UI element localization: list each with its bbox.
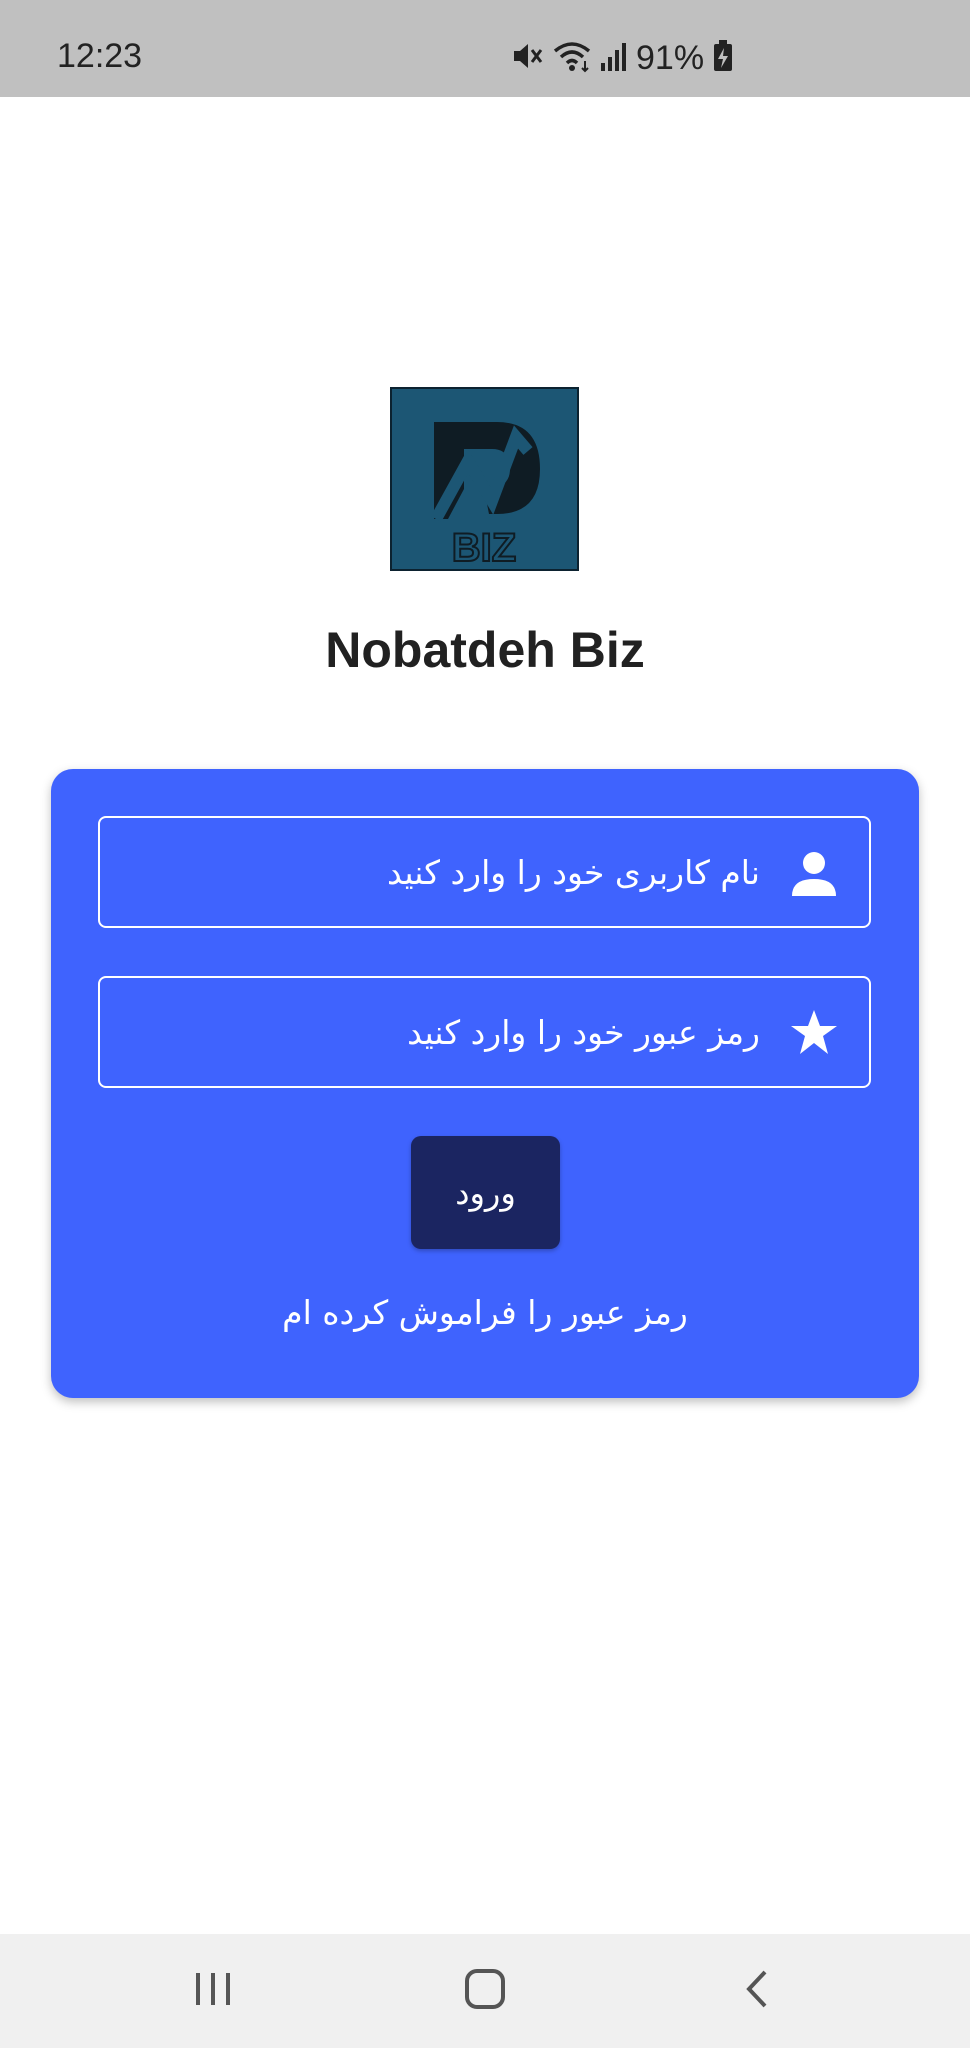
navigation-bar bbox=[0, 1934, 970, 2048]
login-screen: 12:23 91% BIZ Nobatdeh Biz نام کاربری خو… bbox=[0, 0, 970, 2048]
status-bar: 12:23 91% bbox=[0, 0, 970, 97]
person-icon bbox=[789, 848, 839, 898]
back-icon bbox=[741, 1968, 771, 2014]
logo-biz-text: BIZ bbox=[452, 526, 516, 569]
app-logo: BIZ bbox=[390, 387, 579, 571]
status-icons: 91% bbox=[510, 36, 734, 80]
star-icon bbox=[789, 1008, 839, 1058]
login-card: ورود رمز عبور را فراموش کرده ام bbox=[51, 769, 919, 1398]
battery-percent: 91% bbox=[636, 39, 705, 77]
forgot-password-link[interactable]: رمز عبور را فراموش کرده ام bbox=[51, 1291, 919, 1335]
wifi-icon bbox=[552, 39, 592, 77]
signal-icon bbox=[600, 39, 628, 77]
recent-apps-button[interactable] bbox=[173, 1954, 253, 2028]
home-button[interactable] bbox=[445, 1954, 525, 2028]
mute-icon bbox=[510, 39, 544, 77]
username-input[interactable] bbox=[120, 818, 760, 926]
status-time: 12:23 bbox=[57, 37, 143, 75]
battery-charging-icon bbox=[712, 39, 734, 77]
username-field[interactable] bbox=[98, 816, 871, 928]
password-input[interactable] bbox=[120, 978, 760, 1086]
home-icon bbox=[464, 1968, 506, 2014]
login-button[interactable]: ورود bbox=[411, 1136, 560, 1249]
password-field[interactable] bbox=[98, 976, 871, 1088]
recent-apps-icon bbox=[193, 1971, 233, 2011]
app-title: Nobatdeh Biz bbox=[325, 622, 645, 678]
back-button[interactable] bbox=[716, 1954, 796, 2028]
